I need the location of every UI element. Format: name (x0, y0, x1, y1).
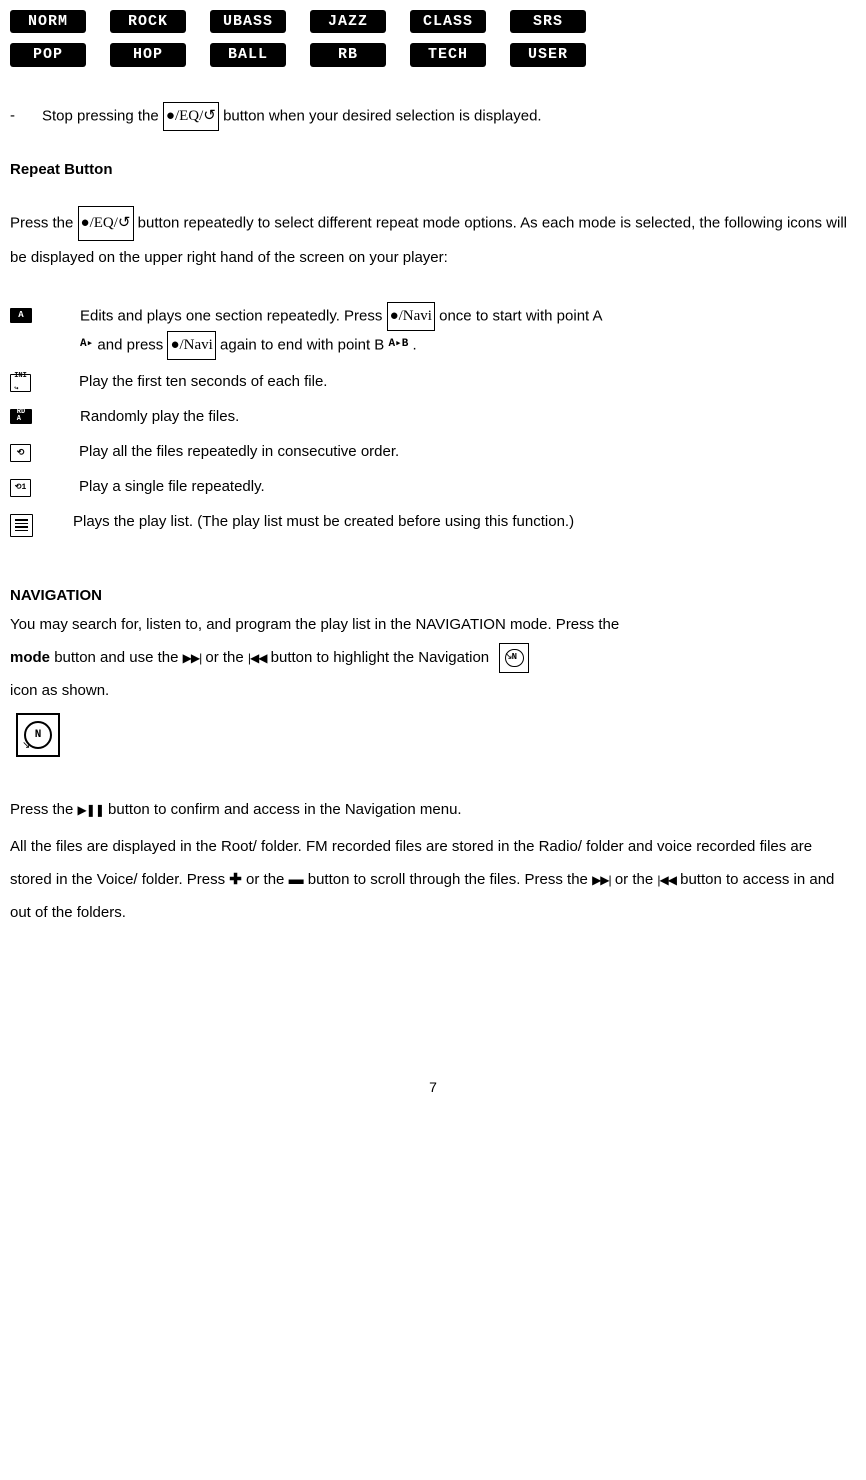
prev-icon: |◀◀ (248, 651, 267, 665)
plus-icon: ✚ (229, 871, 242, 888)
repeat-heading: Repeat Button (10, 161, 856, 178)
repeat-all-icon: ⟲ (10, 444, 31, 462)
eq-badge: NORM (10, 10, 86, 33)
ab-repeat-icon: A (10, 308, 32, 323)
text: button to scroll through the files. Pres… (308, 871, 592, 888)
text: or the (615, 871, 658, 888)
nav-para-2: Press the ▶❚❚ button to confirm and acce… (10, 793, 856, 826)
playlist-icon (10, 514, 33, 537)
repeat-intro: Press the ●/EQ/↺ button repeatedly to se… (10, 206, 856, 274)
repeat-desc: Randomly play the files. (80, 403, 856, 430)
text: Stop pressing the (42, 107, 163, 124)
eq-row-2: POP HOP BALL RB TECH USER (10, 43, 856, 66)
navi-button-label: ●/Navi (387, 302, 435, 331)
random-icon: RDA (10, 409, 32, 424)
eq-badge: CLASS (410, 10, 486, 33)
nav-para-3: All the files are displayed in the Root/… (10, 830, 856, 929)
repeat-desc: Play all the files repeatedly in consecu… (79, 438, 856, 465)
eq-badge: JAZZ (310, 10, 386, 33)
text: again to end with point B (220, 336, 388, 353)
bullet-text: Stop pressing the ●/EQ/↺ button when you… (42, 102, 542, 131)
eq-badge: RB (310, 43, 386, 66)
intro-icon: INI↪ (10, 374, 31, 392)
eq-badge: ROCK (110, 10, 186, 33)
next-icon: ▶▶| (592, 873, 611, 887)
text: button to highlight the Navigation (271, 649, 494, 666)
repeat-desc: Plays the play list. (The play list must… (73, 508, 856, 535)
eq-badge: HOP (110, 43, 186, 66)
repeat-desc: Play a single file repeatedly. (79, 473, 856, 500)
text: . (412, 336, 416, 353)
text: or the (205, 649, 248, 666)
text: or the (246, 871, 289, 888)
page-number: 7 (10, 1079, 856, 1095)
eq-preset-grid: NORM ROCK UBASS JAZZ CLASS SRS POP HOP B… (10, 10, 856, 67)
eq-button-label: ●/EQ/↺ (78, 206, 134, 241)
text: once to start with point A (439, 307, 602, 324)
minus-icon: ▬ (289, 871, 304, 888)
text: button to confirm and access in the Navi… (108, 801, 462, 818)
prev-icon: |◀◀ (657, 873, 676, 887)
navi-button-label: ●/Navi (167, 331, 215, 360)
eq-badge: UBASS (210, 10, 286, 33)
eq-badge: TECH (410, 43, 486, 66)
repeat-list: A Edits and plays one section repeatedly… (10, 302, 856, 537)
repeat-item-intro: INI↪ Play the first ten seconds of each … (10, 368, 856, 395)
text: button and use the (54, 649, 182, 666)
eq-button-label: ●/EQ/↺ (163, 102, 219, 131)
eq-badge: SRS (510, 10, 586, 33)
repeat-item-random: RDA Randomly play the files. (10, 403, 856, 430)
text: button repeatedly to select different re… (10, 214, 847, 266)
text: and press (97, 336, 167, 353)
navigation-heading: NAVIGATION (10, 587, 856, 604)
nav-para-1: You may search for, listen to, and progr… (10, 608, 856, 707)
text: button when your desired selection is di… (223, 107, 542, 124)
repeat-item-all: ⟲ Play all the files repeatedly in conse… (10, 438, 856, 465)
mode-button-label: mode (10, 649, 50, 666)
eq-badge: POP (10, 43, 86, 66)
point-ab-icon: A▸B (388, 335, 408, 355)
text: Press the (10, 801, 78, 818)
navigation-icon-small: N↘ (499, 643, 529, 673)
eq-row-1: NORM ROCK UBASS JAZZ CLASS SRS (10, 10, 856, 33)
repeat-desc: Edits and plays one section repeatedly. … (80, 302, 856, 360)
eq-badge: BALL (210, 43, 286, 66)
repeat-item-one: ⟲1 Play a single file repeatedly. (10, 473, 856, 500)
bullet-dash: - (10, 102, 22, 131)
instruction-bullet: - Stop pressing the ●/EQ/↺ button when y… (10, 102, 856, 131)
play-pause-icon: ▶❚❚ (78, 803, 104, 817)
text: Edits and plays one section repeatedly. … (80, 307, 387, 324)
eq-badge: USER (510, 43, 586, 66)
repeat-desc: Play the first ten seconds of each file. (79, 368, 856, 395)
text: Press the (10, 214, 78, 231)
next-icon: ▶▶| (183, 651, 202, 665)
repeat-item-playlist: Plays the play list. (The play list must… (10, 508, 856, 537)
point-a-icon: A▸ (80, 335, 93, 355)
text: You may search for, listen to, and progr… (10, 616, 619, 633)
repeat-one-icon: ⟲1 (10, 479, 31, 497)
repeat-item-ab: A Edits and plays one section repeatedly… (10, 302, 856, 360)
navigation-icon-large: N↘ (16, 713, 60, 757)
text: icon as shown. (10, 682, 109, 699)
